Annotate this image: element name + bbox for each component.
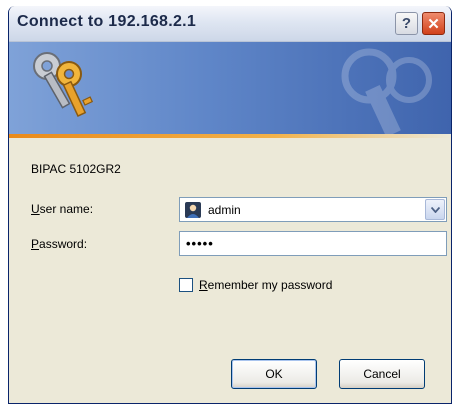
username-dropdown-button[interactable] (425, 199, 445, 220)
banner-accent-stripe (9, 134, 451, 138)
password-label: Password: (31, 237, 88, 251)
close-button[interactable]: ✕ (422, 12, 445, 35)
username-value: admin (208, 203, 241, 217)
password-field[interactable]: ••••• (179, 231, 447, 256)
username-combobox[interactable]: admin (179, 197, 447, 222)
remember-password-label[interactable]: Remember my password (199, 278, 332, 292)
title-bar[interactable]: Connect to 192.168.2.1 ? ✕ (9, 6, 451, 42)
ok-button[interactable]: OK (231, 359, 317, 389)
user-icon (185, 202, 201, 218)
keys-icon (33, 52, 94, 118)
keys-watermark-icon (341, 48, 432, 134)
remember-password-checkbox[interactable] (179, 278, 193, 292)
window-title: Connect to 192.168.2.1 (17, 13, 197, 30)
help-button[interactable]: ? (395, 12, 418, 35)
help-icon: ? (401, 15, 412, 32)
username-label: User name: (31, 202, 94, 216)
device-name: BIPAC 5102GR2 (31, 162, 121, 176)
login-dialog: Connect to 192.168.2.1 ? ✕ BIPAC 5102GR2… (8, 6, 452, 404)
password-value: ••••• (186, 236, 214, 251)
close-icon: ✕ (427, 15, 440, 33)
chevron-down-icon (430, 206, 440, 213)
cancel-button[interactable]: Cancel (339, 359, 425, 389)
